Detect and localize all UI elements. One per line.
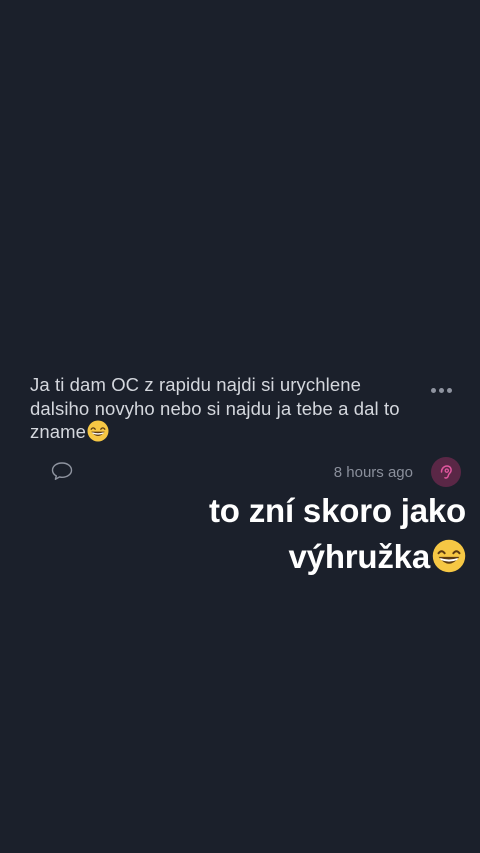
more-dot-icon — [438, 387, 444, 393]
more-dot-icon — [430, 387, 436, 393]
more-dot-icon — [446, 387, 452, 393]
comment-text: Ja ti dam OC z rapidu najdi si urychlene… — [30, 374, 400, 442]
overlay-line-2: výhružka — [288, 538, 431, 575]
grinning-emoji-icon — [87, 420, 109, 442]
comment-timestamp: 8 hours ago — [333, 464, 413, 481]
user-avatar-icon — [440, 465, 452, 479]
overlay-caption: to zní skoro jako výhružka — [6, 488, 466, 580]
overlay-line-2-wrap: výhružka — [6, 534, 466, 580]
grinning-emoji-icon — [432, 539, 466, 573]
screen: Ja ti dam OC z rapidu najdi si urychlene… — [0, 0, 480, 853]
more-options-button[interactable] — [424, 378, 458, 402]
avatar[interactable] — [431, 457, 461, 487]
comment-body: Ja ti dam OC z rapidu najdi si urychlene… — [30, 373, 420, 444]
overlay-line-1: to zní skoro jako — [209, 492, 466, 529]
reply-speech-bubble-icon[interactable] — [50, 460, 74, 482]
